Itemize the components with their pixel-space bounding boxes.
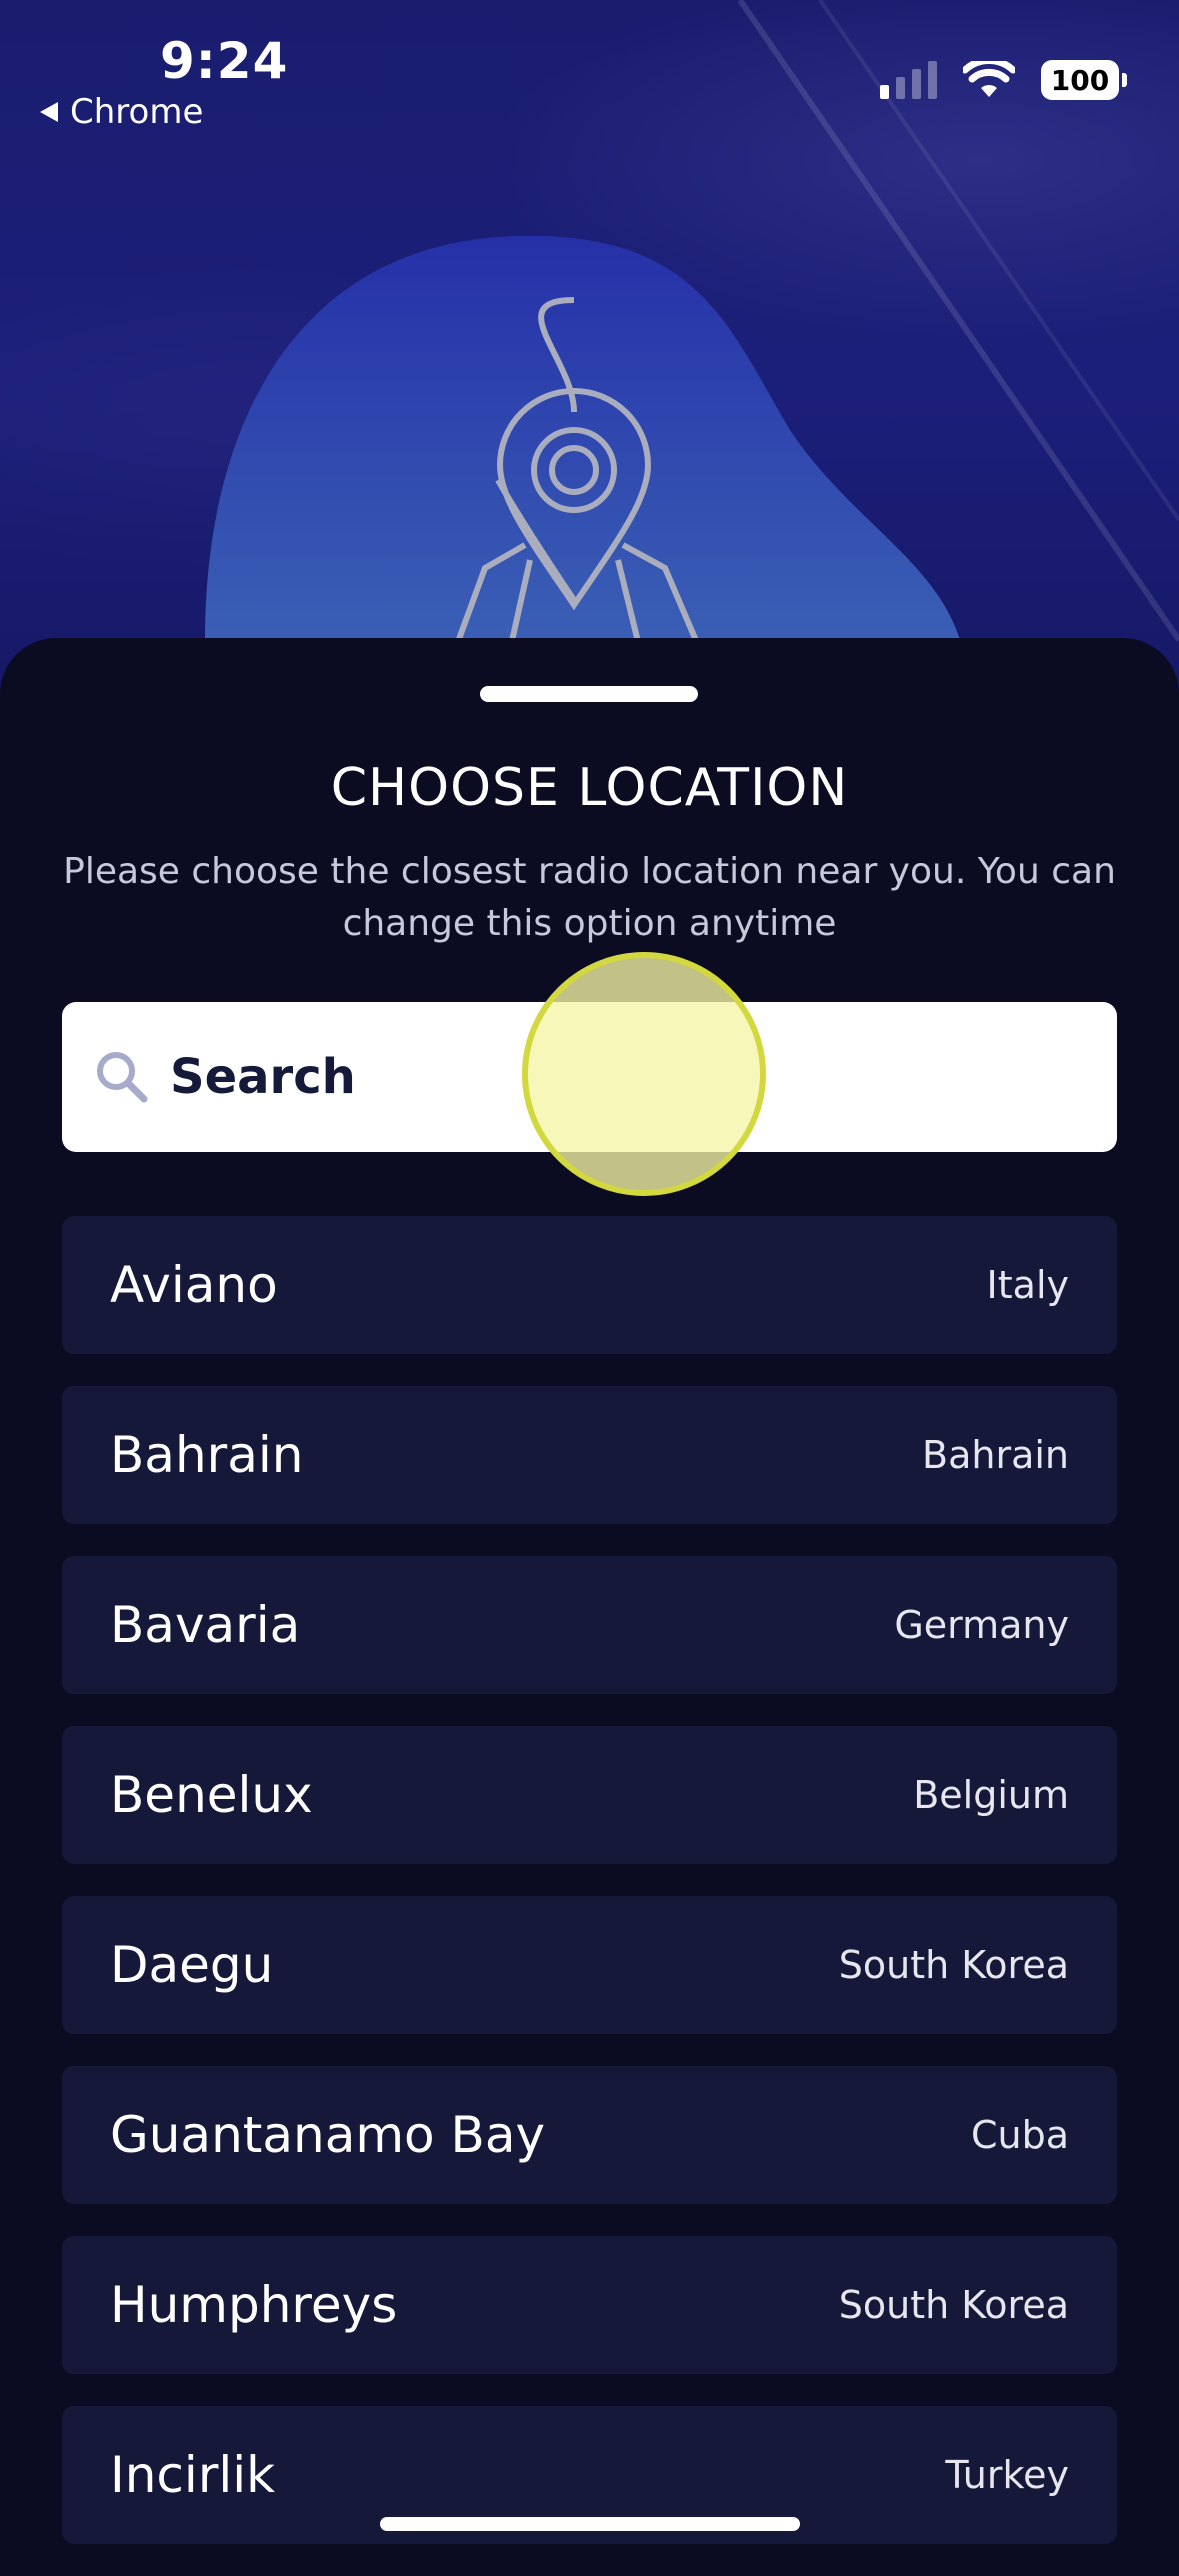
location-city: Benelux [110,1766,313,1824]
wifi-icon [963,61,1015,97]
location-city: Daegu [110,1936,274,1994]
location-city: Incirlik [110,2446,276,2504]
home-indicator[interactable] [380,2517,800,2531]
location-city: Guantanamo Bay [110,2106,546,2164]
location-row[interactable]: Bahrain Bahrain [62,1386,1117,1524]
signal-icon [880,61,937,99]
location-country: Italy [986,1263,1069,1307]
touch-indicator [522,952,766,1196]
sheet-title: CHOOSE LOCATION [330,758,849,818]
status-time: 9:24 [160,32,289,90]
back-arrow-icon [40,102,58,122]
location-row[interactable]: Bavaria Germany [62,1556,1117,1694]
back-to-chrome-button[interactable]: Chrome [38,92,203,132]
sheet-grabber[interactable] [480,686,698,702]
location-country: Germany [894,1603,1069,1647]
hero-header: 9:24 Chrome 100 [0,0,1179,700]
location-country: Cuba [970,2113,1069,2157]
location-country: South Korea [838,2283,1069,2327]
hero-blob [205,235,960,640]
location-country: Belgium [913,1773,1069,1817]
status-icons: 100 [880,60,1127,100]
location-city: Aviano [110,1256,278,1314]
back-label: Chrome [70,92,204,132]
location-row[interactable]: Benelux Belgium [62,1726,1117,1864]
location-country: South Korea [838,1943,1069,1987]
location-row[interactable]: Daegu South Korea [62,1896,1117,2034]
location-row[interactable]: Aviano Italy [62,1216,1117,1354]
location-row[interactable]: Guantanamo Bay Cuba [62,2066,1117,2204]
search-icon [97,1052,148,1103]
battery-icon: 100 [1041,60,1127,100]
location-row[interactable]: Humphreys South Korea [62,2236,1117,2374]
location-city: Bahrain [110,1426,304,1484]
location-country: Bahrain [922,1433,1069,1477]
location-city: Bavaria [110,1596,301,1654]
sheet-subtitle: Please choose the closest radio location… [63,851,1116,944]
location-list: Aviano Italy Bahrain Bahrain Bavaria Germany B… [62,1216,1117,2576]
location-city: Humphreys [110,2276,398,2334]
location-country: Turkey [945,2453,1069,2497]
